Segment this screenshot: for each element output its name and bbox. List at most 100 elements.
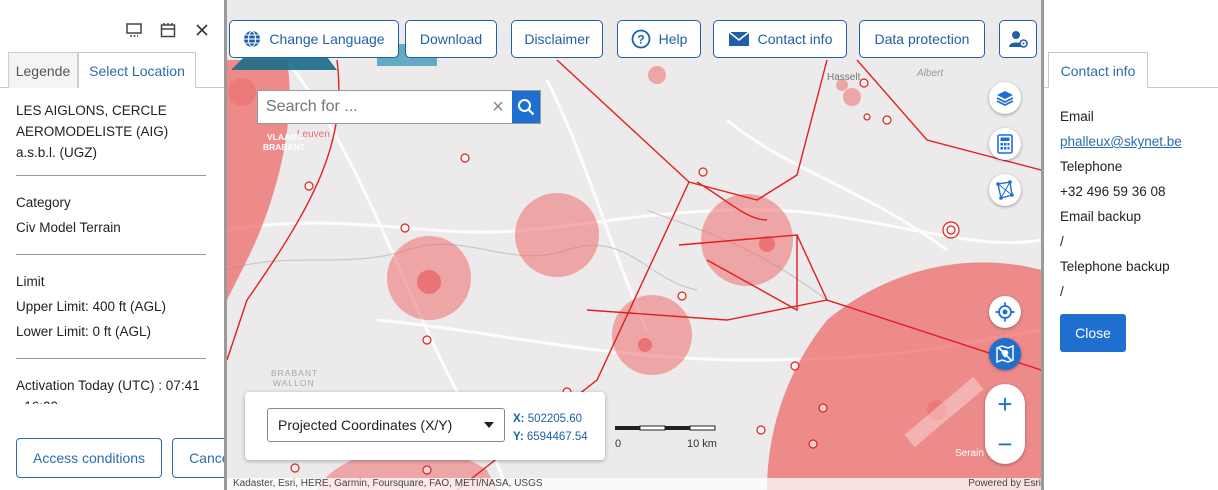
right-panel-tabs: Contact info: [1044, 52, 1218, 88]
scale-end: 10 km: [687, 438, 717, 450]
contact-info-label: Contact info: [757, 31, 833, 47]
limit-label: Limit: [16, 274, 45, 289]
left-panel-actions: Access conditions Cancel: [16, 438, 224, 478]
disclaimer-label: Disclaimer: [524, 31, 590, 47]
map-label-seraing: Serain: [955, 448, 984, 459]
lower-limit: Lower Limit: 0 ft (AGL): [16, 324, 152, 339]
close-button[interactable]: Close: [1060, 314, 1126, 352]
top-toolbar: Change Language Download Disclaimer ? He…: [227, 20, 1041, 64]
map-label-brabant-north: BRABANT: [263, 142, 306, 152]
telephone-backup-label: Telephone backup: [1060, 259, 1170, 274]
right-panel: Contact info Email phalleux@skynet.be Te…: [1044, 0, 1218, 490]
cancel-button[interactable]: Cancel: [172, 438, 224, 478]
data-protection-button[interactable]: Data protection: [859, 20, 985, 58]
crosshair-icon: [995, 302, 1015, 322]
basemap-layers-button[interactable]: [989, 82, 1021, 114]
tab-legende[interactable]: Legende: [8, 52, 78, 88]
contact-info-button[interactable]: Contact info: [713, 20, 847, 58]
location-name-line: LES AIGLONS, CERCLE: [16, 103, 167, 118]
chevron-down-icon: [484, 422, 494, 428]
search-box: ×: [257, 90, 541, 124]
category-label: Category: [16, 195, 71, 210]
change-language-label: Change Language: [269, 31, 385, 47]
contact-details: Email phalleux@skynet.be Telephone +32 4…: [1060, 104, 1210, 304]
activation-end: - 16:00: [16, 396, 206, 404]
email-link[interactable]: phalleux@skynet.be: [1060, 134, 1182, 149]
data-protection-label: Data protection: [874, 31, 970, 47]
location-name-line: AEROMODELISTE (AIG): [16, 124, 169, 139]
calculator-icon: [997, 134, 1013, 154]
zoom-controls: + −: [985, 384, 1025, 464]
left-panel: Legende Select Location LES AIGLONS, CER…: [0, 0, 224, 490]
search-input[interactable]: [258, 92, 484, 122]
y-label: Y:: [513, 431, 524, 443]
location-details: LES AIGLONS, CERCLE AEROMODELISTE (AIG) …: [16, 100, 206, 404]
map-view[interactable]: Leuven VLAAMS BRABANT BRABANT WALLON Has…: [224, 0, 1044, 490]
email-backup-value: /: [1060, 234, 1064, 249]
location-name-line: a.s.b.l. (UGZ): [16, 145, 98, 160]
svg-text:?: ?: [637, 33, 644, 47]
coordinate-values: X: 502205.60 Y: 6594467.54: [513, 410, 588, 446]
attribution-sources: Kadaster, Esri, HERE, Garmin, Foursquare…: [233, 478, 543, 489]
telephone-label: Telephone: [1060, 159, 1123, 174]
map-label-hasselt: Hasselt: [827, 72, 861, 83]
tab-contact-info[interactable]: Contact info: [1048, 52, 1148, 88]
help-icon: ?: [631, 29, 650, 49]
close-icon[interactable]: [192, 20, 212, 40]
telephone-value: +32 496 59 36 08: [1060, 184, 1166, 199]
user-settings-button[interactable]: [999, 20, 1037, 58]
activation-time: Activation Today (UTC) : 07:41: [16, 378, 200, 393]
globe-icon: [244, 30, 261, 48]
download-button[interactable]: Download: [405, 20, 497, 58]
coordinate-system-value: Projected Coordinates (X/Y): [278, 417, 453, 433]
help-button[interactable]: ? Help: [617, 20, 701, 58]
category-value: Civ Model Terrain: [16, 220, 121, 235]
map-marker-off-icon: [996, 344, 1014, 364]
map-label-wallon: WALLON: [273, 378, 315, 388]
scale-bar-graphic: [615, 425, 716, 431]
calculator-button[interactable]: [989, 128, 1021, 160]
panel-window-controls: [124, 18, 224, 42]
scale-bar: 0 10 km: [613, 422, 723, 452]
draw-polygon-button[interactable]: [989, 174, 1021, 206]
activation-section: Activation Today (UTC) : 07:41 - 16:00: [16, 375, 206, 404]
category-section: Category Civ Model Terrain: [16, 192, 206, 255]
left-panel-tabs: Legende Select Location: [0, 52, 224, 88]
map-label-albert: Albert: [916, 68, 944, 79]
change-language-button[interactable]: Change Language: [229, 20, 399, 58]
map-off-button[interactable]: [989, 338, 1021, 370]
email-label: Email: [1060, 109, 1094, 124]
x-value: 502205.60: [527, 413, 583, 425]
coordinate-system-select[interactable]: Projected Coordinates (X/Y): [267, 408, 505, 442]
coordinates-panel: Projected Coordinates (X/Y) X: 502205.60…: [245, 392, 605, 460]
y-value: 6594467.54: [526, 431, 588, 443]
tab-select-location[interactable]: Select Location: [78, 52, 196, 88]
search-button[interactable]: [512, 91, 540, 123]
map-label-brabant-south: BRABANT: [271, 368, 318, 378]
telephone-backup-value: /: [1060, 284, 1064, 299]
attribution-powered[interactable]: Powered by Esri: [968, 478, 1041, 490]
search-icon: [518, 99, 535, 116]
zoom-in-button[interactable]: +: [985, 384, 1025, 424]
zoom-out-button[interactable]: −: [985, 424, 1025, 464]
polygon-draw-icon: [996, 180, 1014, 200]
layers-icon: [996, 91, 1014, 107]
x-label: X:: [513, 413, 525, 425]
window-restore-icon[interactable]: [124, 20, 144, 40]
map-label-vlaams: VLAAMS: [267, 132, 303, 142]
locate-me-button[interactable]: [989, 296, 1021, 328]
clear-search-icon[interactable]: ×: [484, 96, 512, 119]
envelope-icon: [728, 31, 750, 46]
download-label: Download: [419, 31, 483, 47]
email-backup-label: Email backup: [1060, 209, 1142, 224]
scale-start: 0: [615, 438, 622, 450]
location-name: LES AIGLONS, CERCLE AEROMODELISTE (AIG) …: [16, 100, 206, 176]
help-label: Help: [658, 31, 688, 47]
limit-section: Limit Upper Limit: 400 ft (AGL) Lower Li…: [16, 271, 206, 359]
user-settings-icon: [1009, 31, 1028, 48]
window-maximize-icon[interactable]: [158, 20, 178, 40]
access-conditions-button[interactable]: Access conditions: [16, 438, 163, 478]
upper-limit: Upper Limit: 400 ft (AGL): [16, 299, 167, 314]
disclaimer-button[interactable]: Disclaimer: [511, 20, 603, 58]
map-attribution: Kadaster, Esri, HERE, Garmin, Foursquare…: [227, 478, 1041, 490]
